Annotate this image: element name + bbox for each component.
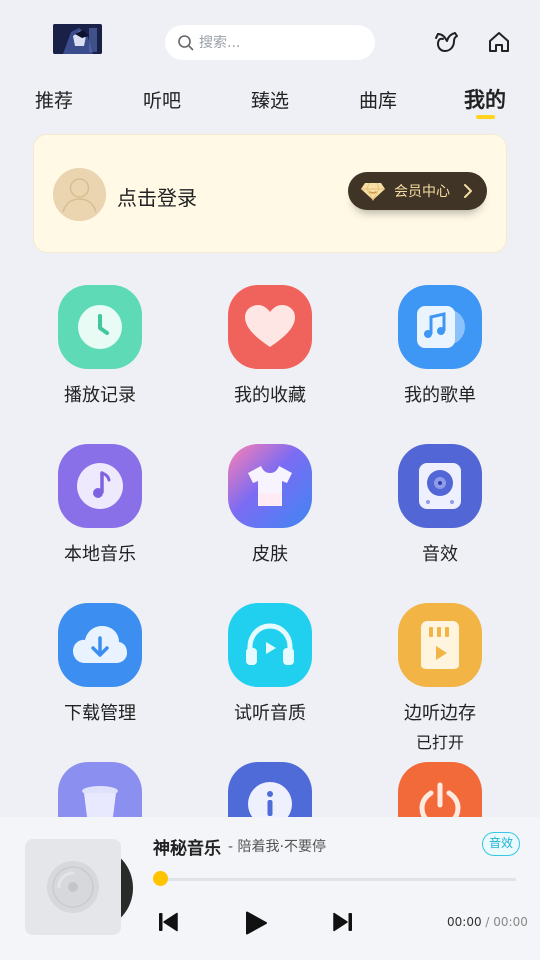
time-current: 00:00 — [447, 915, 482, 929]
grid-label: 边听边存 — [404, 703, 476, 724]
playback-time: 00:00 / 00:00 — [447, 915, 528, 929]
previous-track-button[interactable] — [155, 909, 181, 935]
disc-note-icon — [58, 444, 142, 528]
top-bar — [0, 0, 540, 80]
category-tabs: 推荐 听吧 臻选 曲库 我的 — [0, 86, 540, 122]
grid-item-local-music[interactable]: 本地音乐 — [15, 444, 185, 566]
grid-label: 音效 — [422, 544, 458, 565]
skip-back-icon — [159, 912, 178, 932]
cloud-download-icon — [58, 603, 142, 687]
sound-effect-button[interactable]: 音效 — [482, 832, 520, 856]
progress-knob[interactable] — [152, 871, 168, 886]
grid-label: 播放记录 — [64, 385, 136, 406]
tab-mine[interactable]: 我的 — [464, 84, 506, 114]
grid-item-skin[interactable]: 皮肤 — [185, 444, 355, 566]
bird-icon[interactable] — [434, 28, 462, 56]
user-placeholder-icon — [53, 168, 106, 221]
grid-label: 我的歌单 — [404, 385, 476, 406]
search-input[interactable] — [199, 34, 349, 51]
song-artist: - 陪着我·不要停 — [228, 839, 326, 855]
diamond-icon — [361, 182, 385, 201]
heart-icon — [228, 285, 312, 369]
grid-item-downloads[interactable]: 下载管理 — [15, 603, 185, 725]
mini-player[interactable]: 神秘音乐 - 陪着我·不要停 音效 00:00 / 00:00 — [0, 817, 540, 960]
time-separator: / — [481, 915, 494, 929]
avatar[interactable] — [53, 168, 106, 221]
login-prompt[interactable]: 点击登录 — [117, 182, 197, 211]
home-icon[interactable] — [485, 28, 513, 56]
login-card: 点击登录 会员中心 — [33, 134, 507, 253]
tab-recommend[interactable]: 推荐 — [35, 86, 73, 113]
grid-label: 我的收藏 — [234, 385, 306, 406]
speaker-icon — [398, 444, 482, 528]
next-track-button[interactable] — [330, 909, 356, 935]
progress-bar[interactable] — [160, 878, 516, 881]
grid-label: 试听音质 — [234, 703, 306, 724]
tab-selected[interactable]: 臻选 — [251, 86, 289, 113]
grid-label: 下载管理 — [64, 703, 136, 724]
album-art-placeholder — [25, 839, 121, 935]
music-note-icon — [398, 285, 482, 369]
search-bar[interactable] — [165, 25, 375, 60]
chevron-right-icon — [464, 184, 472, 198]
grid-item-audio-quality[interactable]: 试听音质 — [185, 603, 355, 725]
grid-label: 皮肤 — [252, 544, 288, 565]
active-tab-indicator — [476, 115, 495, 119]
grid-item-sound-effects[interactable]: 音效 — [355, 444, 525, 566]
headphones-icon — [228, 603, 312, 687]
tab-library[interactable]: 曲库 — [359, 86, 397, 113]
disc-placeholder-icon — [47, 861, 99, 913]
grid-item-playlists[interactable]: 我的歌单 — [355, 285, 525, 407]
vip-center-button[interactable]: 会员中心 — [348, 172, 487, 210]
grid-label: 本地音乐 — [64, 544, 136, 565]
song-title: 神秘音乐 — [153, 839, 221, 859]
grid-item-cache-while-listening[interactable]: 边听边存 已打开 — [355, 603, 525, 753]
sd-card-icon — [398, 603, 482, 687]
vip-center-label: 会员中心 — [394, 184, 450, 200]
search-icon — [178, 34, 194, 50]
album-cover-thumbnail[interactable] — [53, 24, 102, 54]
grid-sublabel: 已打开 — [415, 733, 464, 752]
skip-forward-icon — [333, 912, 352, 932]
tshirt-icon — [228, 444, 312, 528]
time-total: 00:00 — [493, 915, 528, 929]
play-button[interactable] — [242, 909, 270, 937]
play-icon — [246, 911, 267, 935]
clock-icon — [58, 285, 142, 369]
tab-listen[interactable]: 听吧 — [143, 86, 181, 113]
player-album-art[interactable] — [25, 839, 135, 937]
grid-item-history[interactable]: 播放记录 — [15, 285, 185, 407]
grid-item-favorites[interactable]: 我的收藏 — [185, 285, 355, 407]
